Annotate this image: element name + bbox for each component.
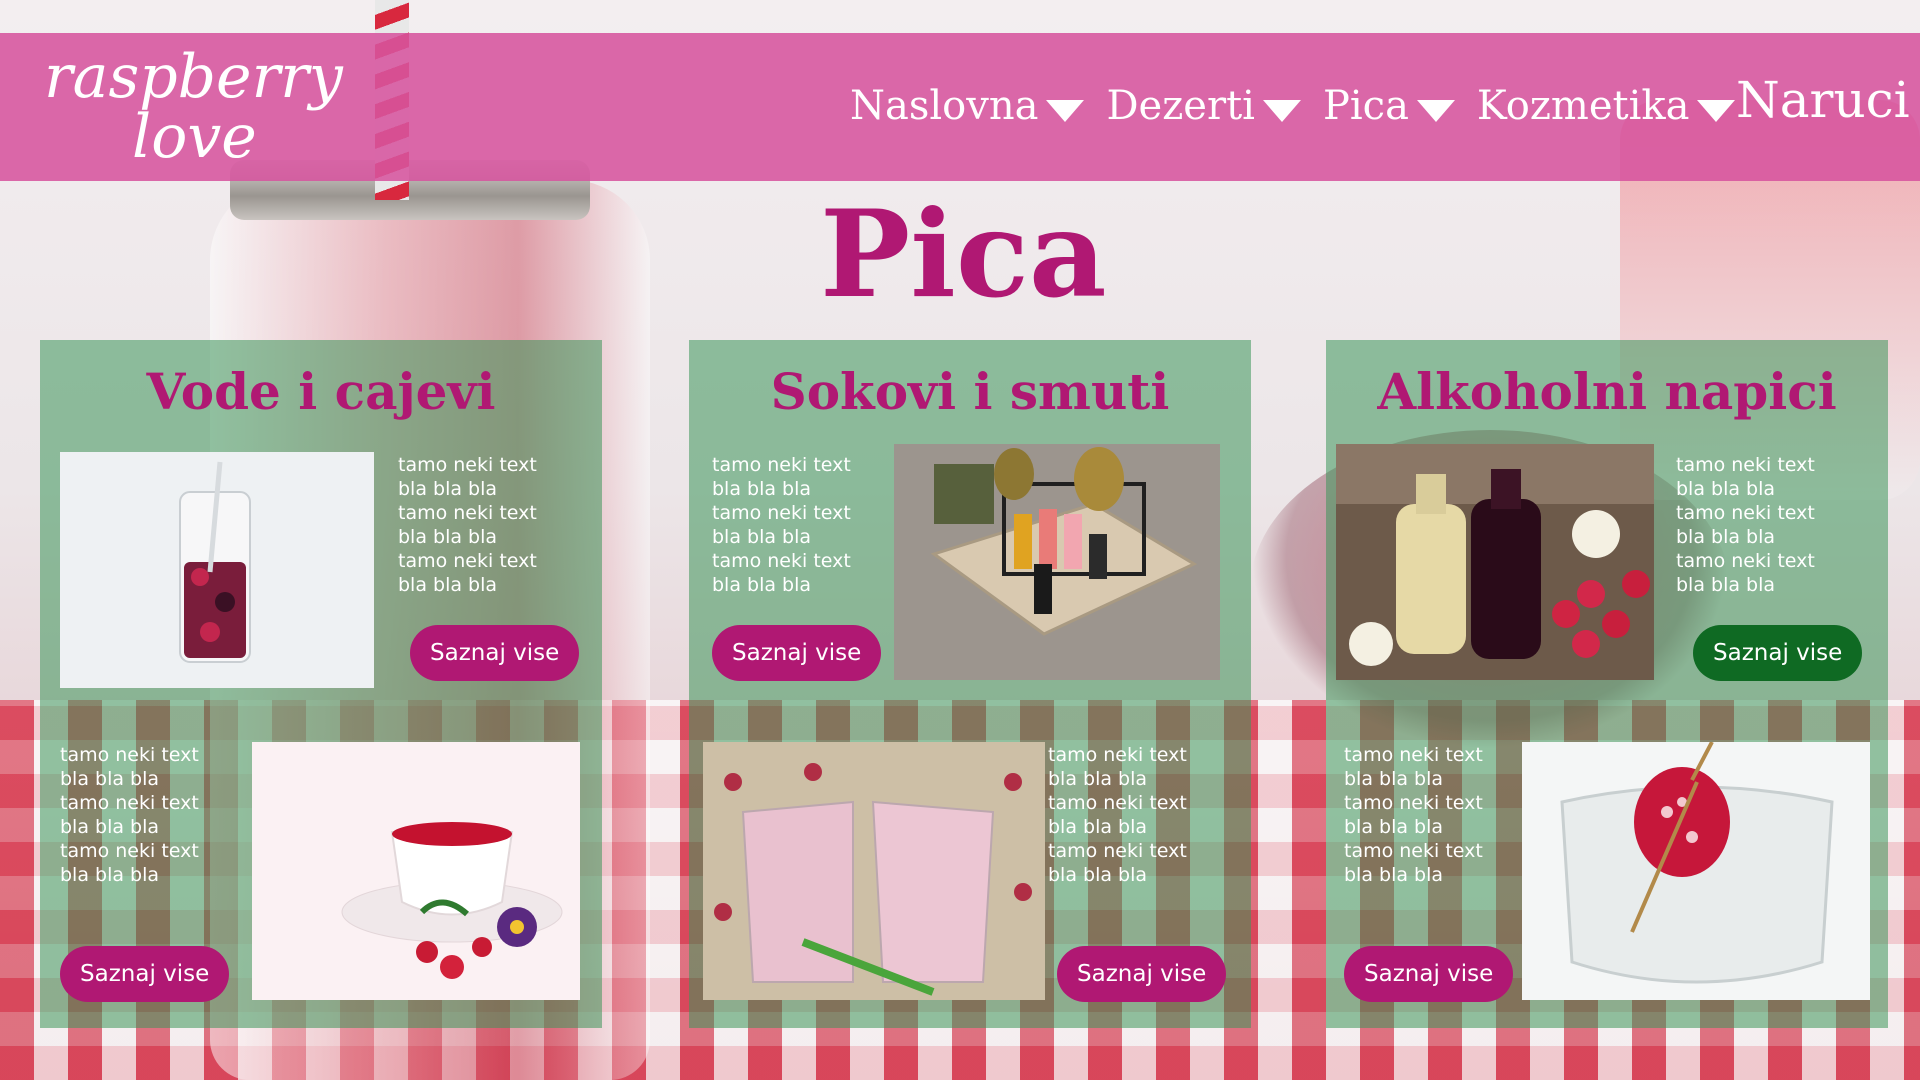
blurb-line: tamo neki text (60, 792, 199, 814)
order-link[interactable]: Naruci (1736, 71, 1910, 129)
brand-line-1: raspberry (44, 42, 343, 112)
raspberry-tea-cup-image (252, 742, 580, 1000)
category-card: Sokovi i smuti tamo neki text bla bla bl… (689, 340, 1251, 1028)
blurb-line: bla bla bla (1048, 768, 1148, 790)
blurb-line: tamo neki text (1048, 840, 1187, 862)
blurb-line: bla bla bla (1676, 574, 1776, 596)
card-blurb: tamo neki text bla bla bla tamo neki tex… (398, 453, 548, 597)
brand-logo[interactable]: raspberry love (44, 47, 364, 177)
raspberry-in-glass-image (1522, 742, 1870, 1000)
nav-item-dezerti[interactable]: Dezerti (1106, 83, 1301, 129)
category-card: Vode i cajevi tamo neki text bla bla bla… (40, 340, 602, 1028)
blurb-line: bla bla bla (398, 478, 498, 500)
juice-bottles-crate-image (894, 444, 1220, 680)
blurb-line: tamo neki text (712, 550, 851, 572)
card-title: Vode i cajevi (146, 362, 496, 421)
brand-line-2: love (132, 102, 257, 172)
main-nav: Naslovna Dezerti Pica Kozmetika (850, 83, 1757, 129)
caret-down-icon (1262, 100, 1301, 122)
berry-water-glass-image (60, 452, 374, 688)
blurb-line: tamo neki text (398, 502, 537, 524)
blurb-line: bla bla bla (1676, 526, 1776, 548)
blurb-line: tamo neki text (60, 840, 199, 862)
card-blurb: tamo neki text bla bla bla tamo neki tex… (1676, 453, 1826, 597)
blurb-line: tamo neki text (60, 744, 199, 766)
card-blurb: tamo neki text bla bla bla tamo neki tex… (1048, 743, 1198, 887)
blurb-line: tamo neki text (1344, 744, 1483, 766)
blurb-line: tamo neki text (1344, 840, 1483, 862)
learn-more-button[interactable]: Saznaj vise (60, 946, 230, 1002)
blurb-line: bla bla bla (1048, 816, 1148, 838)
card-title: Alkoholni napici (1377, 362, 1837, 421)
learn-more-button[interactable]: Saznaj vise (1344, 946, 1514, 1002)
caret-down-icon (1046, 100, 1085, 122)
blurb-line: bla bla bla (712, 526, 812, 548)
blurb-line: bla bla bla (398, 574, 498, 596)
blurb-line: bla bla bla (1344, 864, 1444, 886)
blurb-line: bla bla bla (60, 816, 160, 838)
blurb-line: bla bla bla (1676, 478, 1776, 500)
blurb-line: tamo neki text (1676, 550, 1815, 572)
raspberry-smoothies-image (703, 742, 1045, 1000)
learn-more-button[interactable]: Saznaj vise (712, 625, 882, 681)
nav-item-pica[interactable]: Pica (1323, 83, 1455, 129)
category-card: Alkoholni napici tamo neki text bla bla … (1326, 340, 1888, 1028)
blurb-line: bla bla bla (712, 478, 812, 500)
blurb-line: tamo neki text (1048, 744, 1187, 766)
blurb-line: tamo neki text (1344, 792, 1483, 814)
blurb-line: bla bla bla (60, 768, 160, 790)
caret-down-icon (1697, 100, 1736, 122)
nav-label: Dezerti (1106, 83, 1255, 129)
card-blurb: tamo neki text bla bla bla tamo neki tex… (1344, 743, 1494, 887)
liqueur-bottles-berries-image (1336, 444, 1654, 680)
card-blurb: tamo neki text bla bla bla tamo neki tex… (60, 743, 210, 887)
caret-down-icon (1416, 100, 1455, 122)
blurb-line: tamo neki text (398, 550, 537, 572)
learn-more-button[interactable]: Saznaj vise (1693, 625, 1863, 681)
blurb-line: bla bla bla (398, 526, 498, 548)
page-title: Pica (820, 184, 1107, 325)
card-blurb: tamo neki text bla bla bla tamo neki tex… (712, 453, 862, 597)
blurb-line: bla bla bla (1344, 816, 1444, 838)
blurb-line: bla bla bla (60, 864, 160, 886)
blurb-line: tamo neki text (398, 454, 537, 476)
blurb-line: tamo neki text (712, 502, 851, 524)
learn-more-button[interactable]: Saznaj vise (410, 625, 580, 681)
nav-label: Kozmetika (1476, 83, 1690, 129)
blurb-line: tamo neki text (1676, 454, 1815, 476)
blurb-line: bla bla bla (1048, 864, 1148, 886)
blurb-line: tamo neki text (1048, 792, 1187, 814)
card-title: Sokovi i smuti (770, 362, 1170, 421)
blurb-line: bla bla bla (1344, 768, 1444, 790)
blurb-line: tamo neki text (712, 454, 851, 476)
learn-more-button[interactable]: Saznaj vise (1057, 946, 1227, 1002)
nav-item-kozmetika[interactable]: Kozmetika (1477, 83, 1736, 129)
nav-label: Pica (1322, 83, 1409, 129)
blurb-line: tamo neki text (1676, 502, 1815, 524)
site-header: raspberry love Naslovna Dezerti Pica Koz… (0, 33, 1920, 181)
nav-item-naslovna[interactable]: Naslovna (850, 83, 1085, 129)
nav-label: Naslovna (850, 83, 1039, 129)
blurb-line: bla bla bla (712, 574, 812, 596)
